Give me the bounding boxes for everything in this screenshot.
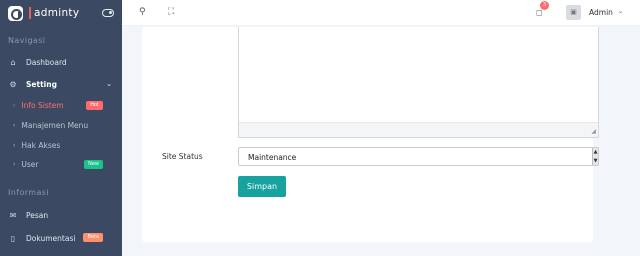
- mail-icon: ✉: [9, 210, 17, 220]
- sidebar-subitem-hak-akses[interactable]: › Hak Akses: [0, 137, 122, 153]
- notification-count-badge: 3: [540, 1, 549, 10]
- sidebar-item-label: Dashboard: [26, 57, 67, 67]
- sidebar-subitem-label: Hak Akses: [21, 140, 61, 150]
- fullscreen-icon[interactable]: ⛶: [168, 7, 174, 17]
- chevron-right-icon: ›: [13, 101, 16, 109]
- brand[interactable]: adminty: [0, 0, 122, 26]
- chevron-down-icon[interactable]: ⌄: [618, 8, 623, 15]
- badge-new: New: [84, 160, 103, 169]
- sidebar-toggle-icon[interactable]: [102, 9, 114, 17]
- chevron-right-icon: ›: [13, 121, 16, 129]
- search-icon[interactable]: ⚲: [139, 7, 146, 17]
- resize-handle-icon[interactable]: ◢: [591, 128, 596, 135]
- sidebar-item-setting[interactable]: ⚙ Setting ⌄: [0, 76, 122, 92]
- admin-name[interactable]: Admin: [589, 8, 613, 17]
- brand-divider: [29, 7, 31, 19]
- sidebar-subitem-label: Info Sistem: [21, 100, 64, 110]
- select-arrow-icon[interactable]: ▲ ▼: [592, 148, 598, 165]
- sidebar-subitem-manajemen-menu[interactable]: › Manajemen Menu: [0, 117, 122, 133]
- sidebar-subitem-label: User: [21, 159, 39, 169]
- badge-hot: Hot: [86, 101, 103, 110]
- sidebar: adminty Navigasi ⌂ Dashboard ⚙ Setting ⌄…: [0, 0, 122, 256]
- sidebar-item-label: Pesan: [26, 210, 49, 220]
- brand-name: adminty: [34, 7, 80, 19]
- avatar[interactable]: ▣: [566, 5, 581, 20]
- site-status-select[interactable]: Maintenance ▲ ▼: [238, 147, 599, 166]
- chevron-right-icon: ›: [13, 141, 16, 149]
- textarea-status-bar: ◢: [239, 122, 598, 137]
- sidebar-item-dokumentasi[interactable]: ▯ Dokumentasi Beta: [0, 230, 122, 246]
- logo-icon: [8, 5, 23, 21]
- description-textarea[interactable]: ◢: [238, 27, 599, 138]
- sidebar-item-dashboard[interactable]: ⌂ Dashboard: [0, 54, 122, 70]
- chevron-down-icon: ⌄: [106, 80, 112, 88]
- sidebar-subitem-info-sistem[interactable]: › Info Sistem Hot: [0, 97, 122, 113]
- nav-section-informasi: Informasi: [8, 188, 49, 197]
- sidebar-subitem-user[interactable]: › User New: [0, 156, 122, 172]
- wrench-icon: ⚙: [9, 79, 17, 89]
- topbar: ⚲ ⛶ ◻ 3 ▣ Admin ⌄: [122, 0, 640, 26]
- bookmark-icon: ▯: [10, 233, 16, 243]
- save-button[interactable]: Simpan: [238, 176, 286, 197]
- sidebar-item-pesan[interactable]: ✉ Pesan: [0, 207, 122, 223]
- nav-section-navigasi: Navigasi: [8, 36, 46, 45]
- sidebar-subitem-label: Manajemen Menu: [21, 120, 89, 130]
- chevron-right-icon: ›: [13, 160, 16, 168]
- sidebar-item-label: Setting: [26, 79, 57, 89]
- site-status-label: Site Status: [162, 152, 203, 161]
- sidebar-item-label: Dokumentasi: [26, 233, 76, 243]
- site-status-value: Maintenance: [248, 153, 297, 162]
- home-icon: ⌂: [10, 57, 16, 67]
- badge-beta: Beta: [83, 233, 103, 242]
